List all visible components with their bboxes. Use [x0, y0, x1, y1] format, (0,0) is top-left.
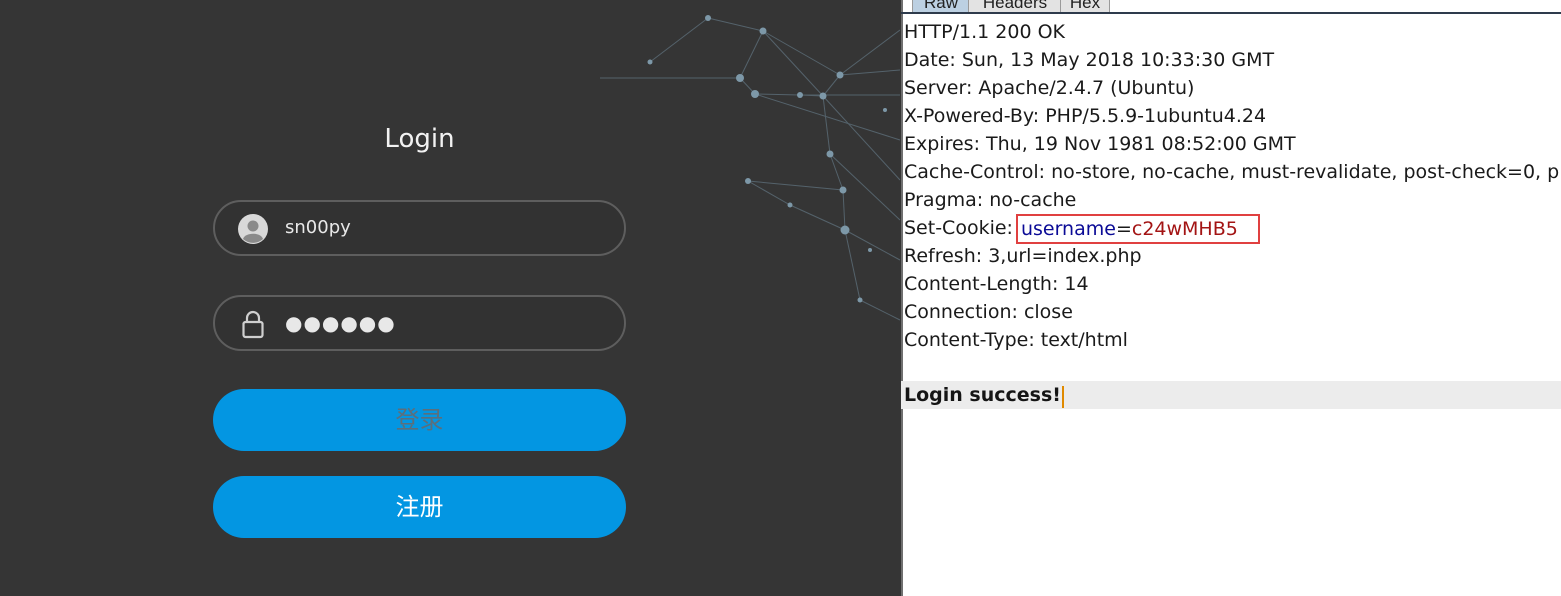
text-caret [1061, 385, 1064, 408]
tab-raw[interactable]: Raw [912, 0, 970, 14]
header-x-powered-by: X-Powered-By: PHP/5.5.9-1ubuntu4.24 [904, 105, 1267, 127]
response-tab-bar: Raw Headers Hex [901, 0, 1561, 16]
padlock-icon [242, 310, 264, 339]
login-title: Login [384, 124, 455, 154]
password-mask: ●●●●●● [285, 311, 396, 335]
header-refresh: Refresh: 3,url=index.php [904, 245, 1142, 267]
login-page: Login sn00py ●●●●●● 登录 注册 [0, 0, 901, 596]
cookie-value: c24wMHB5 [1131, 218, 1238, 240]
tab-headers[interactable]: Headers [968, 0, 1062, 14]
login-button[interactable]: 登录 [213, 389, 626, 451]
username-input[interactable]: sn00py [213, 200, 626, 256]
header-content-type: Content-Type: text/html [904, 329, 1128, 351]
cookie-name: username [1020, 218, 1116, 240]
status-line: HTTP/1.1 200 OK [904, 21, 1065, 43]
username-value: sn00py [285, 217, 351, 238]
tab-hex[interactable]: Hex [1060, 0, 1110, 14]
header-server: Server: Apache/2.4.7 (Ubuntu) [904, 77, 1195, 99]
password-input[interactable]: ●●●●●● [213, 295, 626, 351]
user-avatar-icon [238, 214, 268, 244]
header-set-cookie: Set-Cookie: username=c24wMHB5 [904, 214, 1561, 244]
cookie-equals: = [1115, 218, 1132, 240]
header-pragma: Pragma: no-cache [904, 189, 1077, 211]
response-raw-text[interactable]: HTTP/1.1 200 OK Date: Sun, 13 May 2018 1… [904, 18, 1561, 354]
cookie-highlight-box: username=c24wMHB5 [1015, 214, 1260, 244]
response-body-line[interactable]: Login success! [901, 381, 1561, 409]
header-content-length: Content-Length: 14 [904, 273, 1089, 295]
header-connection: Connection: close [904, 301, 1073, 323]
header-expires: Expires: Thu, 19 Nov 1981 08:52:00 GMT [904, 133, 1296, 155]
response-viewer: Raw Headers Hex HTTP/1.1 200 OK Date: Su… [901, 0, 1561, 596]
header-cache-control: Cache-Control: no-store, no-cache, must-… [904, 161, 1560, 183]
register-button[interactable]: 注册 [213, 476, 626, 538]
set-cookie-label: Set-Cookie: [904, 217, 1013, 239]
header-date: Date: Sun, 13 May 2018 10:33:30 GMT [904, 49, 1275, 71]
response-body-text: Login success! [904, 384, 1061, 406]
